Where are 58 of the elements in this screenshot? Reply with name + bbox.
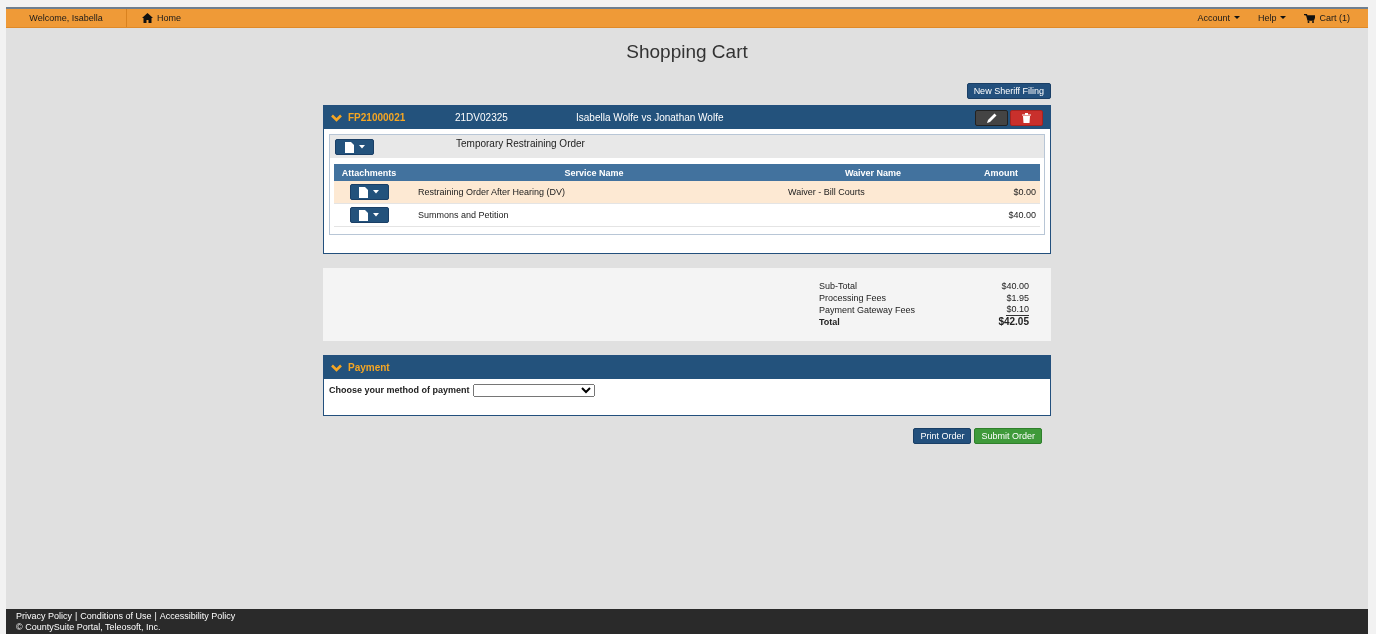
cart-link[interactable]: Cart (1)	[1304, 13, 1350, 23]
column-header: Amount	[962, 164, 1040, 181]
document-icon	[344, 141, 354, 153]
total-value: $1.95	[1006, 292, 1029, 304]
column-header: Service Name	[404, 164, 784, 181]
submit-order-button[interactable]: Submit Order	[974, 428, 1042, 444]
total-label: Processing Fees	[819, 292, 888, 304]
total-label: Payment Gateway Fees	[819, 304, 917, 316]
chevron-down-icon	[331, 113, 342, 122]
menu-dropdown[interactable]: Help	[1257, 13, 1287, 23]
home-icon	[142, 13, 153, 23]
table-cell: Summons and Petition	[404, 203, 784, 227]
trash-icon	[1022, 112, 1031, 123]
menu-dropdown[interactable]: Account	[1197, 13, 1240, 23]
total-value: $42.05	[998, 316, 1029, 328]
case-number: 21DV02325	[455, 112, 509, 123]
home-link[interactable]: Home	[142, 13, 181, 23]
total-label: Total	[819, 316, 841, 328]
payment-method-label: Choose your method of payment	[329, 384, 470, 397]
caret-icon	[373, 190, 379, 194]
table-cell: Restraining Order After Hearing (DV)	[404, 181, 784, 204]
chevron-down-icon	[331, 363, 342, 372]
expand-toggle[interactable]: Payment	[331, 362, 390, 373]
payment-method-select[interactable]	[472, 384, 595, 397]
pencil-icon	[986, 112, 997, 123]
page-title: Shopping Cart	[626, 41, 748, 63]
total-label: Sub-Total	[819, 280, 859, 292]
print-order-button[interactable]: Print Order	[913, 428, 972, 444]
total-value: $0.10	[1006, 304, 1029, 316]
total-value: $40.00	[1001, 280, 1029, 292]
caret-icon	[373, 213, 379, 217]
copyright-text: © CountySuite Portal, Teleosoft, Inc.	[16, 622, 162, 633]
document-icon	[359, 186, 368, 198]
footer-link[interactable]: Conditions of Use	[80, 611, 152, 622]
delete-button[interactable]	[1010, 109, 1043, 126]
footer-link[interactable]: Accessibility Policy	[159, 611, 236, 622]
attachment-dropdown-button[interactable]	[335, 139, 374, 155]
edit-button[interactable]	[975, 109, 1008, 126]
separator: |	[75, 611, 78, 622]
column-header: Attachments	[334, 164, 404, 181]
caret-icon	[1233, 16, 1240, 20]
column-header: Waiver Name	[784, 164, 962, 181]
attachment-dropdown-button[interactable]	[349, 184, 389, 200]
expand-toggle[interactable]: FP21000021	[331, 112, 455, 123]
document-name: Temporary Restraining Order	[456, 138, 585, 149]
document-icon	[359, 209, 368, 221]
welcome-text: Welcome, Isabella	[6, 9, 127, 27]
separator: |	[154, 611, 157, 622]
caret-icon	[358, 145, 365, 149]
footer-link[interactable]: Privacy Policy	[16, 611, 72, 622]
attachment-dropdown-button[interactable]	[349, 207, 389, 223]
new-sheriff-filing-button[interactable]: New Sheriff Filing	[966, 83, 1051, 99]
table-cell: $40.00	[962, 203, 1040, 227]
cart-icon	[1304, 13, 1316, 23]
case-title: Isabella Wolfe vs Jonathan Wolfe	[576, 112, 724, 123]
caret-icon	[1280, 16, 1287, 20]
table-cell: Waiver - Bill Courts	[784, 181, 962, 204]
table-cell: $0.00	[962, 181, 1040, 204]
